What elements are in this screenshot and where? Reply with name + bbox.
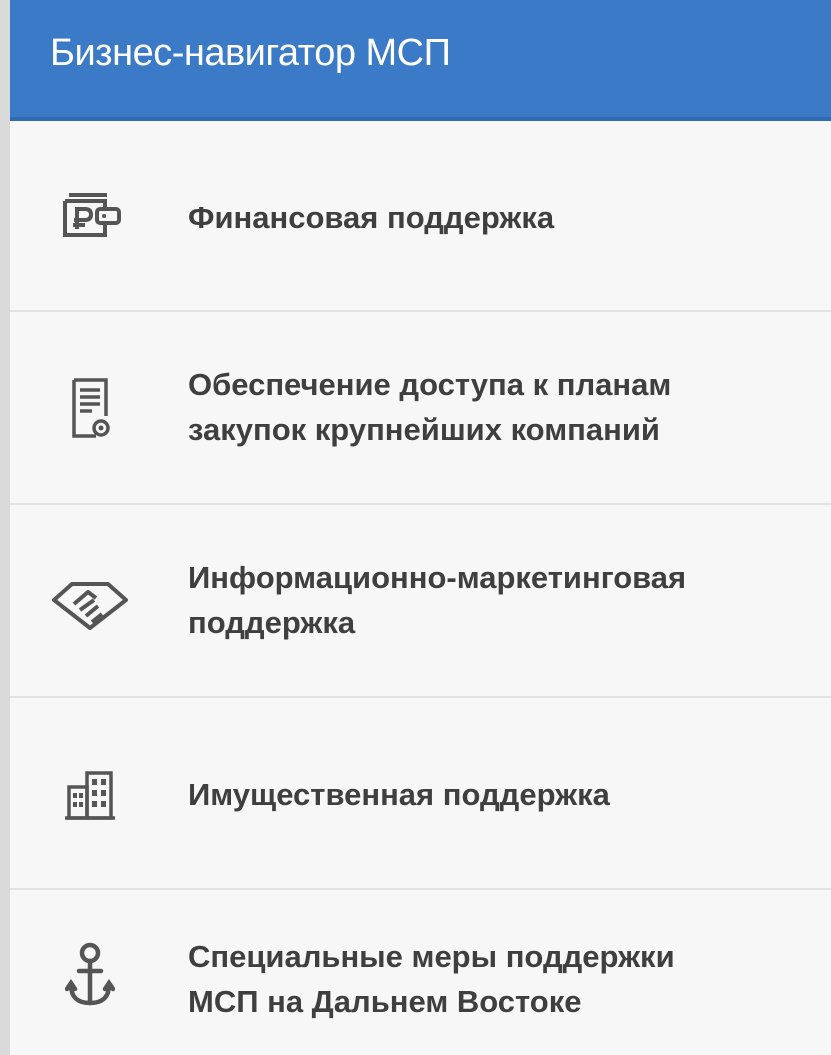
menu-item-label: Информационно-маркетинговая поддержка — [188, 560, 687, 640]
anchor-icon — [50, 936, 130, 1016]
menu-item-procurement-access[interactable]: Обеспечение доступа к планам закупок кру… — [10, 312, 831, 505]
buildings-icon — [50, 754, 130, 834]
menu-item-property-support[interactable]: Имущественная поддержка — [10, 698, 831, 890]
menu-item-label: Имущественная поддержка — [188, 777, 610, 812]
procurement-document-icon — [50, 368, 130, 448]
menu-item-far-east-measures[interactable]: Специальные меры поддержки МСП на Дальне… — [10, 890, 831, 1055]
menu-item-label: Финансовая поддержка — [188, 200, 555, 235]
ruble-wallet-icon — [50, 175, 130, 255]
menu-item-label: Обеспечение доступа к планам закупок кру… — [188, 367, 672, 447]
navigator-title: Бизнес-навигатор МСП — [50, 32, 451, 74]
menu-item-financial-support[interactable]: Финансовая поддержка — [10, 121, 831, 312]
navigator-panel: Бизнес-навигатор МСП Финансовая поддержк… — [10, 0, 831, 1055]
menu-item-info-marketing[interactable]: Информационно-маркетинговая поддержка — [10, 505, 831, 698]
page-frame: Бизнес-навигатор МСП Финансовая поддержк… — [0, 0, 831, 1055]
menu-item-label: Специальные меры поддержки МСП на Дальне… — [188, 939, 675, 1019]
navigator-header: Бизнес-навигатор МСП — [10, 0, 831, 121]
handshake-icon — [50, 561, 130, 641]
